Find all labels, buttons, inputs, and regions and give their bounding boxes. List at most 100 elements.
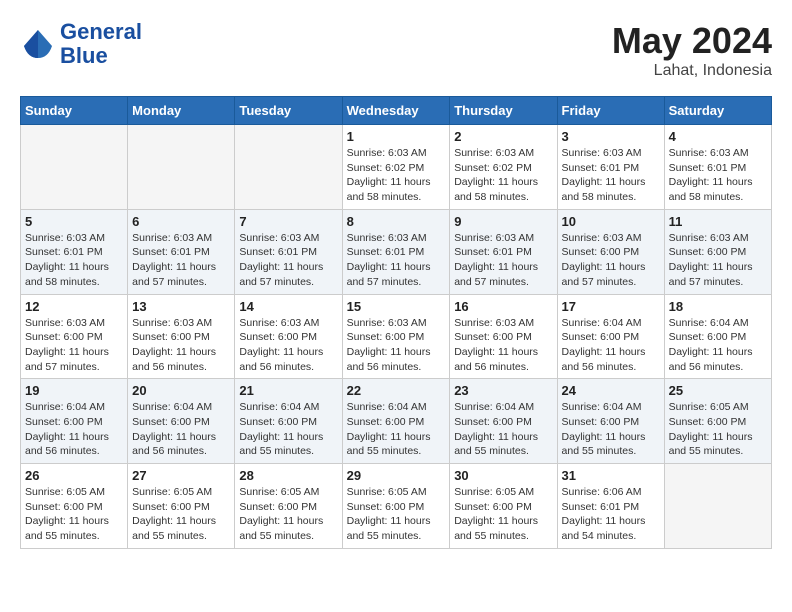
day-number: 14: [239, 299, 337, 314]
col-header-saturday: Saturday: [664, 97, 771, 125]
col-header-sunday: Sunday: [21, 97, 128, 125]
calendar-cell: 9 Sunrise: 6:03 AMSunset: 6:01 PMDaylight…: [450, 209, 557, 294]
calendar-cell: 2 Sunrise: 6:03 AMSunset: 6:02 PMDaylight…: [450, 125, 557, 210]
calendar-cell: [21, 125, 128, 210]
calendar-cell: 25Sunrise: 6:05 AMSunset: 6:00 PMDayligh…: [664, 379, 771, 464]
day-number: 12: [25, 299, 123, 314]
calendar-cell: [664, 464, 771, 549]
day-number: 31: [562, 468, 660, 483]
logo-icon: [20, 26, 56, 62]
calendar-cell: 7 Sunrise: 6:03 AMSunset: 6:01 PMDaylight…: [235, 209, 342, 294]
calendar-cell: 22 Sunrise: 6:04 AMSunset: 6:00 PMDayligh…: [342, 379, 450, 464]
day-info: Sunrise: 6:03 AMSunset: 6:00 PMDaylight:…: [347, 316, 446, 375]
calendar-week-row: 26 Sunrise: 6:05 AMSunset: 6:00 PMDayligh…: [21, 464, 772, 549]
col-header-monday: Monday: [128, 97, 235, 125]
col-header-friday: Friday: [557, 97, 664, 125]
day-number: 2: [454, 129, 552, 144]
col-header-tuesday: Tuesday: [235, 97, 342, 125]
day-info: Sunrise: 6:03 AMSunset: 6:01 PMDaylight:…: [454, 231, 552, 290]
calendar-cell: 12 Sunrise: 6:03 AMSunset: 6:00 PMDayligh…: [21, 294, 128, 379]
day-number: 5: [25, 214, 123, 229]
day-number: 22: [347, 383, 446, 398]
month-year: May 2024: [612, 20, 772, 62]
calendar-cell: 26 Sunrise: 6:05 AMSunset: 6:00 PMDayligh…: [21, 464, 128, 549]
calendar-cell: 10 Sunrise: 6:03 AMSunset: 6:00 PMDayligh…: [557, 209, 664, 294]
day-number: 24: [562, 383, 660, 398]
col-header-thursday: Thursday: [450, 97, 557, 125]
calendar-cell: 1Sunrise: 6:03 AMSunset: 6:02 PMDaylight…: [342, 125, 450, 210]
day-number: 29: [347, 468, 446, 483]
day-info: Sunrise: 6:05 AMSunset: 6:00 PMDaylight:…: [669, 400, 767, 459]
day-number: 11: [669, 214, 767, 229]
day-info: Sunrise: 6:03 AMSunset: 6:01 PMDaylight:…: [562, 146, 660, 205]
calendar-cell: [128, 125, 235, 210]
day-number: 13: [132, 299, 230, 314]
day-info: Sunrise: 6:03 AMSunset: 6:02 PMDaylight:…: [454, 146, 552, 205]
day-number: 10: [562, 214, 660, 229]
calendar-cell: 6 Sunrise: 6:03 AMSunset: 6:01 PMDaylight…: [128, 209, 235, 294]
day-info: Sunrise: 6:03 AMSunset: 6:00 PMDaylight:…: [25, 316, 123, 375]
calendar-cell: 8 Sunrise: 6:03 AMSunset: 6:01 PMDaylight…: [342, 209, 450, 294]
calendar-cell: 13Sunrise: 6:03 AMSunset: 6:00 PMDayligh…: [128, 294, 235, 379]
day-info: Sunrise: 6:04 AMSunset: 6:00 PMDaylight:…: [562, 316, 660, 375]
day-info: Sunrise: 6:03 AMSunset: 6:01 PMDaylight:…: [347, 231, 446, 290]
day-number: 9: [454, 214, 552, 229]
logo: General Blue: [20, 20, 142, 68]
day-info: Sunrise: 6:05 AMSunset: 6:00 PMDaylight:…: [25, 485, 123, 544]
col-header-wednesday: Wednesday: [342, 97, 450, 125]
day-info: Sunrise: 6:04 AMSunset: 6:00 PMDaylight:…: [562, 400, 660, 459]
calendar-cell: 4Sunrise: 6:03 AMSunset: 6:01 PMDaylight…: [664, 125, 771, 210]
day-info: Sunrise: 6:03 AMSunset: 6:01 PMDaylight:…: [239, 231, 337, 290]
calendar-cell: 23 Sunrise: 6:04 AMSunset: 6:00 PMDayligh…: [450, 379, 557, 464]
day-info: Sunrise: 6:03 AMSunset: 6:00 PMDaylight:…: [239, 316, 337, 375]
day-number: 26: [25, 468, 123, 483]
day-info: Sunrise: 6:05 AMSunset: 6:00 PMDaylight:…: [454, 485, 552, 544]
day-number: 8: [347, 214, 446, 229]
day-info: Sunrise: 6:04 AMSunset: 6:00 PMDaylight:…: [347, 400, 446, 459]
day-info: Sunrise: 6:05 AMSunset: 6:00 PMDaylight:…: [132, 485, 230, 544]
calendar-cell: 29 Sunrise: 6:05 AMSunset: 6:00 PMDayligh…: [342, 464, 450, 549]
day-info: Sunrise: 6:04 AMSunset: 6:00 PMDaylight:…: [669, 316, 767, 375]
calendar-cell: 11 Sunrise: 6:03 AMSunset: 6:00 PMDayligh…: [664, 209, 771, 294]
calendar-cell: 24 Sunrise: 6:04 AMSunset: 6:00 PMDayligh…: [557, 379, 664, 464]
location: Lahat, Indonesia: [612, 62, 772, 80]
logo-line1: General: [60, 20, 142, 44]
calendar-cell: 16Sunrise: 6:03 AMSunset: 6:00 PMDayligh…: [450, 294, 557, 379]
page-header: General Blue May 2024 Lahat, Indonesia: [20, 20, 772, 80]
calendar-cell: [235, 125, 342, 210]
calendar-cell: 19 Sunrise: 6:04 AMSunset: 6:00 PMDayligh…: [21, 379, 128, 464]
calendar-cell: 14 Sunrise: 6:03 AMSunset: 6:00 PMDayligh…: [235, 294, 342, 379]
day-info: Sunrise: 6:05 AMSunset: 6:00 PMDaylight:…: [347, 485, 446, 544]
calendar-table: SundayMondayTuesdayWednesdayThursdayFrid…: [20, 96, 772, 549]
calendar-cell: 21Sunrise: 6:04 AMSunset: 6:00 PMDayligh…: [235, 379, 342, 464]
day-number: 23: [454, 383, 552, 398]
day-number: 7: [239, 214, 337, 229]
day-number: 27: [132, 468, 230, 483]
calendar-cell: 3 Sunrise: 6:03 AMSunset: 6:01 PMDaylight…: [557, 125, 664, 210]
day-info: Sunrise: 6:06 AMSunset: 6:01 PMDaylight:…: [562, 485, 660, 544]
calendar-cell: 18 Sunrise: 6:04 AMSunset: 6:00 PMDayligh…: [664, 294, 771, 379]
day-number: 20: [132, 383, 230, 398]
day-number: 18: [669, 299, 767, 314]
day-number: 6: [132, 214, 230, 229]
day-info: Sunrise: 6:03 AMSunset: 6:01 PMDaylight:…: [132, 231, 230, 290]
calendar-cell: 27 Sunrise: 6:05 AMSunset: 6:00 PMDayligh…: [128, 464, 235, 549]
day-number: 1: [347, 129, 446, 144]
calendar-cell: 30Sunrise: 6:05 AMSunset: 6:00 PMDayligh…: [450, 464, 557, 549]
day-info: Sunrise: 6:03 AMSunset: 6:00 PMDaylight:…: [454, 316, 552, 375]
calendar-header-row: SundayMondayTuesdayWednesdayThursdayFrid…: [21, 97, 772, 125]
day-info: Sunrise: 6:04 AMSunset: 6:00 PMDaylight:…: [454, 400, 552, 459]
calendar-cell: 28Sunrise: 6:05 AMSunset: 6:00 PMDayligh…: [235, 464, 342, 549]
day-info: Sunrise: 6:03 AMSunset: 6:01 PMDaylight:…: [669, 146, 767, 205]
calendar-cell: 15Sunrise: 6:03 AMSunset: 6:00 PMDayligh…: [342, 294, 450, 379]
day-info: Sunrise: 6:03 AMSunset: 6:00 PMDaylight:…: [669, 231, 767, 290]
day-info: Sunrise: 6:04 AMSunset: 6:00 PMDaylight:…: [25, 400, 123, 459]
day-number: 19: [25, 383, 123, 398]
day-info: Sunrise: 6:05 AMSunset: 6:00 PMDaylight:…: [239, 485, 337, 544]
day-number: 3: [562, 129, 660, 144]
calendar-cell: 5Sunrise: 6:03 AMSunset: 6:01 PMDaylight…: [21, 209, 128, 294]
title-block: May 2024 Lahat, Indonesia: [612, 20, 772, 80]
day-info: Sunrise: 6:04 AMSunset: 6:00 PMDaylight:…: [239, 400, 337, 459]
logo-line2: Blue: [60, 44, 142, 68]
day-info: Sunrise: 6:03 AMSunset: 6:00 PMDaylight:…: [562, 231, 660, 290]
